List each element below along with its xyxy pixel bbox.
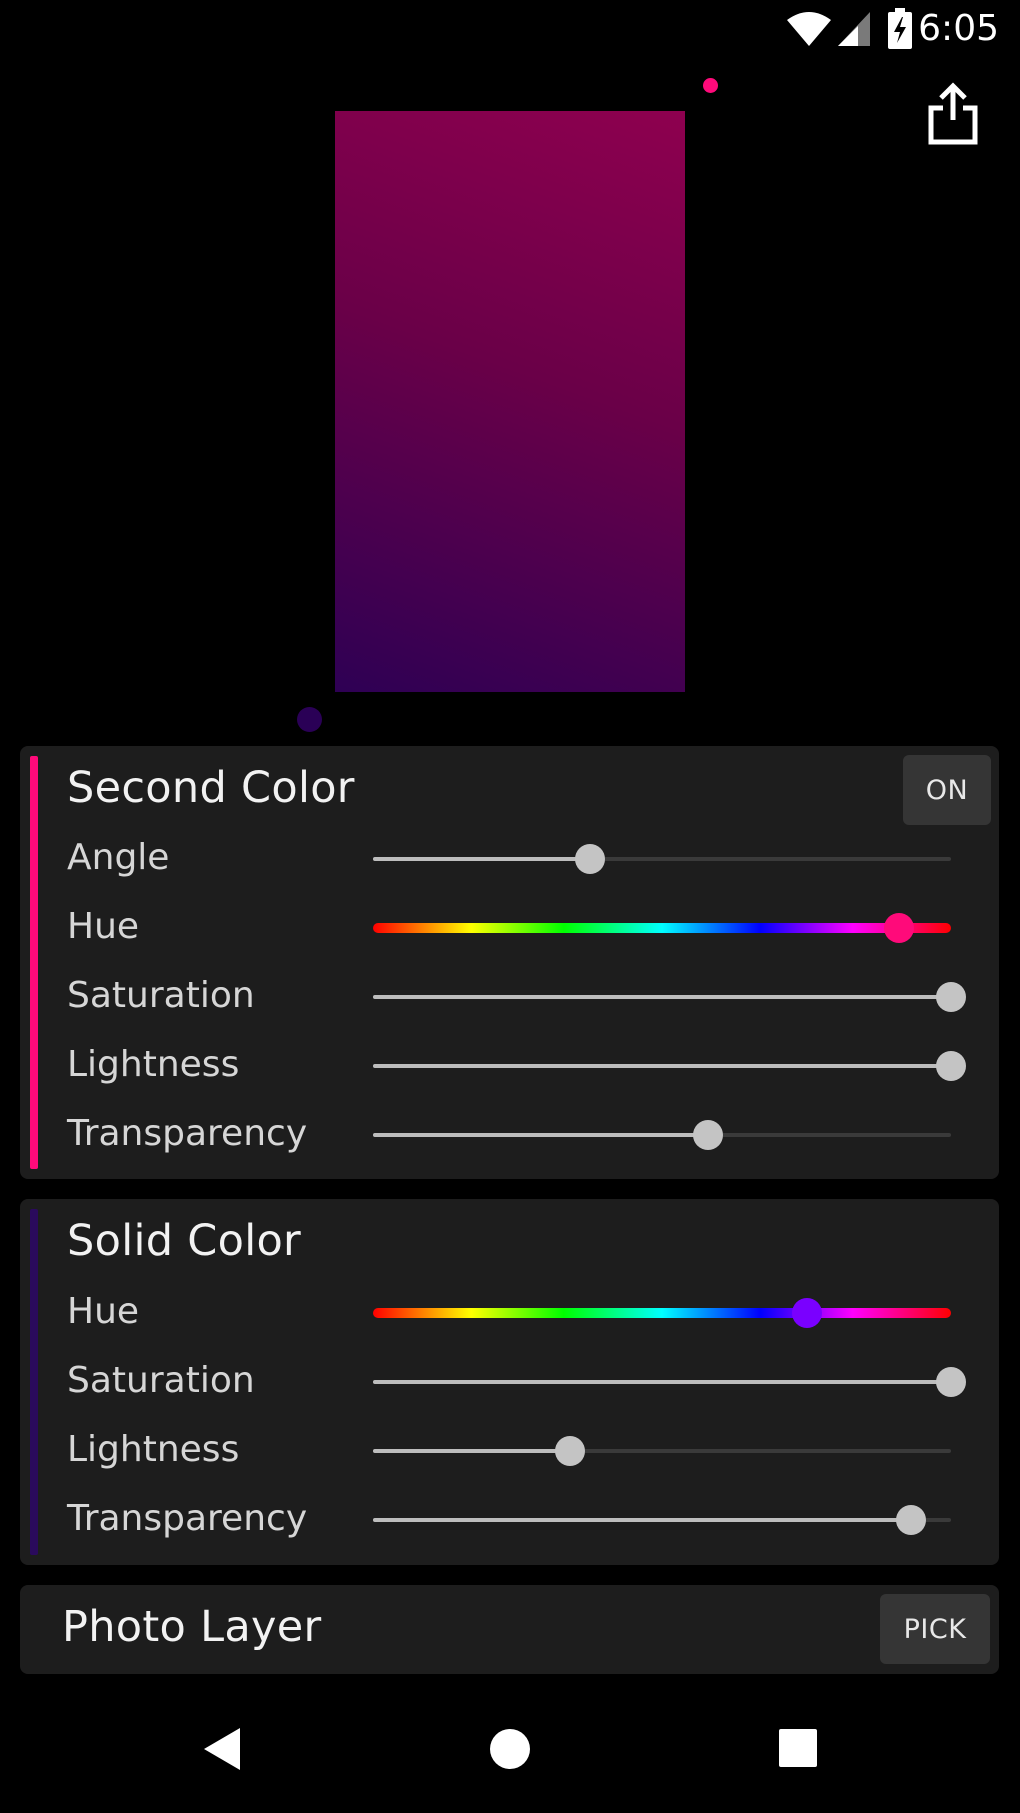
slider-thumb[interactable] bbox=[574, 844, 605, 874]
second-color-hue-label: Hue bbox=[67, 906, 140, 947]
solid-color-title: Solid Color bbox=[67, 1216, 302, 1266]
slider-thumb[interactable] bbox=[791, 1298, 822, 1328]
solid-color-transparency-slider[interactable] bbox=[373, 1500, 951, 1540]
slider-thumb[interactable] bbox=[936, 1051, 966, 1081]
second-color-transparency-slider[interactable] bbox=[373, 1115, 951, 1155]
solid-color-panel: Solid Color Hue Saturation Lightness Transp… bbox=[20, 1199, 999, 1565]
slider-thumb[interactable] bbox=[883, 913, 914, 943]
solid-color-hue-slider[interactable] bbox=[373, 1293, 951, 1333]
wifi-icon bbox=[787, 12, 831, 46]
second-color-lightness-slider[interactable] bbox=[373, 1046, 966, 1086]
second-color-toggle-button[interactable]: ON bbox=[903, 755, 991, 825]
slider-fill bbox=[373, 1449, 570, 1453]
cell-signal-icon bbox=[838, 12, 870, 46]
back-icon[interactable] bbox=[202, 1726, 244, 1772]
pick-photo-button[interactable]: PICK bbox=[880, 1594, 990, 1664]
second-color-handle[interactable] bbox=[703, 78, 718, 93]
solid-color-lightness-label: Lightness bbox=[67, 1429, 240, 1470]
gradient-preview bbox=[335, 111, 685, 692]
slider-fill bbox=[373, 1133, 709, 1137]
hue-track bbox=[373, 1308, 951, 1318]
solid-color-saturation-slider[interactable] bbox=[373, 1362, 966, 1402]
second-color-transparency-label: Transparency bbox=[67, 1113, 308, 1154]
recents-icon[interactable] bbox=[778, 1728, 818, 1768]
slider-fill bbox=[373, 1380, 951, 1384]
home-icon[interactable] bbox=[489, 1726, 531, 1772]
slider-fill bbox=[373, 857, 590, 861]
second-color-lightness-label: Lightness bbox=[67, 1044, 240, 1085]
second-color-angle-label: Angle bbox=[67, 837, 170, 878]
solid-color-lightness-slider[interactable] bbox=[373, 1431, 951, 1471]
solid-color-accent bbox=[30, 1209, 38, 1555]
second-color-saturation-slider[interactable] bbox=[373, 977, 966, 1017]
second-color-title: Second Color bbox=[67, 763, 355, 813]
solid-color-hue-label: Hue bbox=[67, 1291, 140, 1332]
solid-color-saturation-label: Saturation bbox=[67, 1360, 255, 1401]
solid-color-transparency-label: Transparency bbox=[67, 1498, 308, 1539]
photo-layer-title: Photo Layer bbox=[62, 1602, 322, 1652]
battery-charging-icon bbox=[888, 8, 912, 49]
second-color-hue-slider[interactable] bbox=[373, 908, 951, 948]
share-icon[interactable] bbox=[925, 82, 981, 146]
navigation-bar bbox=[0, 1690, 1020, 1813]
photo-layer-panel: Photo Layer PICK bbox=[20, 1585, 999, 1674]
second-color-accent bbox=[30, 756, 38, 1169]
slider-thumb[interactable] bbox=[693, 1120, 724, 1150]
slider-thumb[interactable] bbox=[936, 982, 966, 1012]
second-color-panel: Second Color ON Angle Hue Saturation Lightn… bbox=[20, 746, 999, 1179]
slider-thumb[interactable] bbox=[554, 1436, 585, 1466]
hue-track bbox=[373, 923, 951, 933]
second-color-angle-slider[interactable] bbox=[373, 839, 951, 879]
status-time: 6:05 bbox=[918, 8, 999, 49]
status-bar: 6:05 bbox=[0, 0, 1020, 62]
slider-thumb[interactable] bbox=[936, 1367, 966, 1397]
slider-fill bbox=[373, 1518, 911, 1522]
slider-fill bbox=[373, 995, 951, 999]
second-color-saturation-label: Saturation bbox=[67, 975, 255, 1016]
slider-thumb[interactable] bbox=[895, 1505, 926, 1535]
slider-fill bbox=[373, 1064, 951, 1068]
solid-color-handle[interactable] bbox=[297, 707, 322, 732]
